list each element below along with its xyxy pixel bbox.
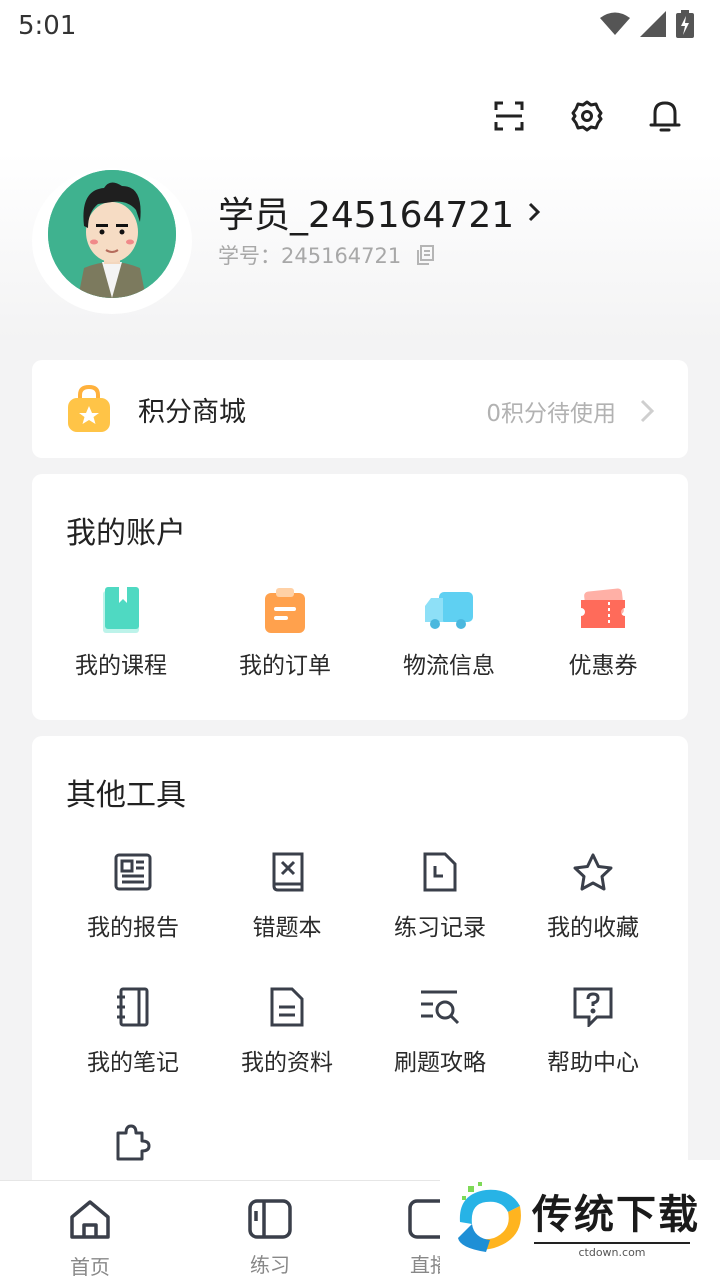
nav-home[interactable]: 首页	[30, 1199, 150, 1280]
shopping-bag-icon	[68, 384, 110, 432]
avatar[interactable]	[48, 170, 176, 298]
coupons-item[interactable]: 优惠券	[528, 584, 678, 680]
scan-icon	[494, 101, 524, 131]
signal-icon	[640, 11, 666, 37]
points-status-text: 0积分待使用	[486, 401, 616, 427]
coupons-label: 优惠券	[568, 653, 638, 679]
copy-icon[interactable]	[415, 244, 435, 266]
my-favorites-item[interactable]: 我的收藏	[518, 846, 668, 942]
wrong-questions-item[interactable]: 错题本	[212, 846, 362, 942]
home-icon	[70, 1200, 110, 1239]
watermark-title: 传统下载	[532, 1192, 700, 1238]
nav-practice-label: 练习	[250, 1253, 290, 1277]
status-time: 5:01	[18, 11, 77, 41]
practice-icon	[248, 1199, 292, 1239]
plugin-item[interactable]	[58, 1116, 208, 1168]
wifi-icon	[600, 12, 630, 35]
help-icon	[573, 987, 613, 1027]
watermark-logo	[458, 1182, 521, 1252]
status-icons	[600, 10, 694, 38]
my-courses-label: 我的课程	[75, 653, 167, 679]
user-id: 学号：245164721	[218, 240, 435, 270]
my-notes-item[interactable]: 我的笔记	[58, 981, 208, 1077]
report-icon	[114, 853, 152, 891]
my-notes-label: 我的笔记	[87, 1050, 179, 1076]
status-bar: 5:01	[0, 0, 720, 52]
chevron-right-icon	[640, 399, 655, 423]
user-id-text: 学号：245164721	[218, 244, 402, 268]
user-name-text: 学员_245164721	[218, 195, 515, 236]
order-clipboard-icon	[265, 588, 305, 633]
logistics-label: 物流信息	[403, 653, 495, 679]
wrong-questions-label: 错题本	[252, 915, 322, 941]
strategy-label: 刷题攻略	[394, 1050, 486, 1076]
my-orders-item[interactable]: 我的订单	[210, 584, 360, 680]
puzzle-icon	[116, 1124, 151, 1161]
practice-record-icon	[423, 852, 457, 892]
practice-record-label: 练习记录	[394, 915, 486, 941]
my-report-item[interactable]: 我的报告	[58, 846, 208, 942]
notebook-icon	[117, 987, 149, 1027]
coupon-ticket-icon	[581, 588, 625, 628]
my-courses-item[interactable]: 我的课程	[46, 584, 196, 680]
watermark: 传统下载 ctdown.com	[440, 1160, 720, 1280]
battery-icon	[676, 10, 694, 38]
delivery-truck-icon	[425, 592, 473, 629]
tools-title: 其他工具	[66, 778, 186, 813]
document-icon	[270, 987, 304, 1027]
gear-icon	[571, 100, 603, 132]
nav-practice[interactable]: 练习	[210, 1199, 330, 1278]
my-materials-label: 我的资料	[241, 1050, 333, 1076]
scan-button[interactable]	[492, 96, 526, 136]
watermark-site: ctdown.com	[534, 1242, 690, 1259]
user-name[interactable]: 学员_245164721	[218, 186, 546, 238]
tools-card: 其他工具 我的报告 错题本 练习记录 我的收藏 我的笔记 我的资料 刷题攻略 帮…	[32, 736, 688, 1196]
logistics-item[interactable]: 物流信息	[374, 584, 524, 680]
my-orders-label: 我的订单	[239, 653, 331, 679]
top-actions	[492, 96, 682, 136]
points-mall-card[interactable]: 积分商城 0积分待使用	[32, 360, 688, 458]
nav-home-label: 首页	[70, 1255, 110, 1279]
bell-icon	[649, 101, 681, 132]
account-card: 我的账户 我的课程 我的订单 物流信息 优惠券	[32, 474, 688, 720]
avatar-illustration	[48, 170, 176, 298]
practice-record-item[interactable]: 练习记录	[365, 846, 515, 942]
chevron-right-icon	[529, 202, 541, 222]
my-materials-item[interactable]: 我的资料	[212, 981, 362, 1077]
account-title: 我的账户	[66, 516, 186, 551]
help-center-label: 帮助中心	[547, 1050, 639, 1076]
course-book-icon	[103, 587, 139, 633]
wrong-answer-book-icon	[272, 852, 304, 892]
search-list-icon	[421, 990, 460, 1025]
help-center-item[interactable]: 帮助中心	[518, 981, 668, 1077]
star-icon	[573, 853, 613, 891]
points-status: 0积分待使用	[486, 394, 656, 428]
my-report-label: 我的报告	[87, 915, 179, 941]
points-mall-title: 积分商城	[138, 397, 246, 428]
my-favorites-label: 我的收藏	[547, 915, 639, 941]
settings-button[interactable]	[570, 96, 604, 136]
notifications-button[interactable]	[648, 96, 682, 136]
strategy-item[interactable]: 刷题攻略	[365, 981, 515, 1077]
